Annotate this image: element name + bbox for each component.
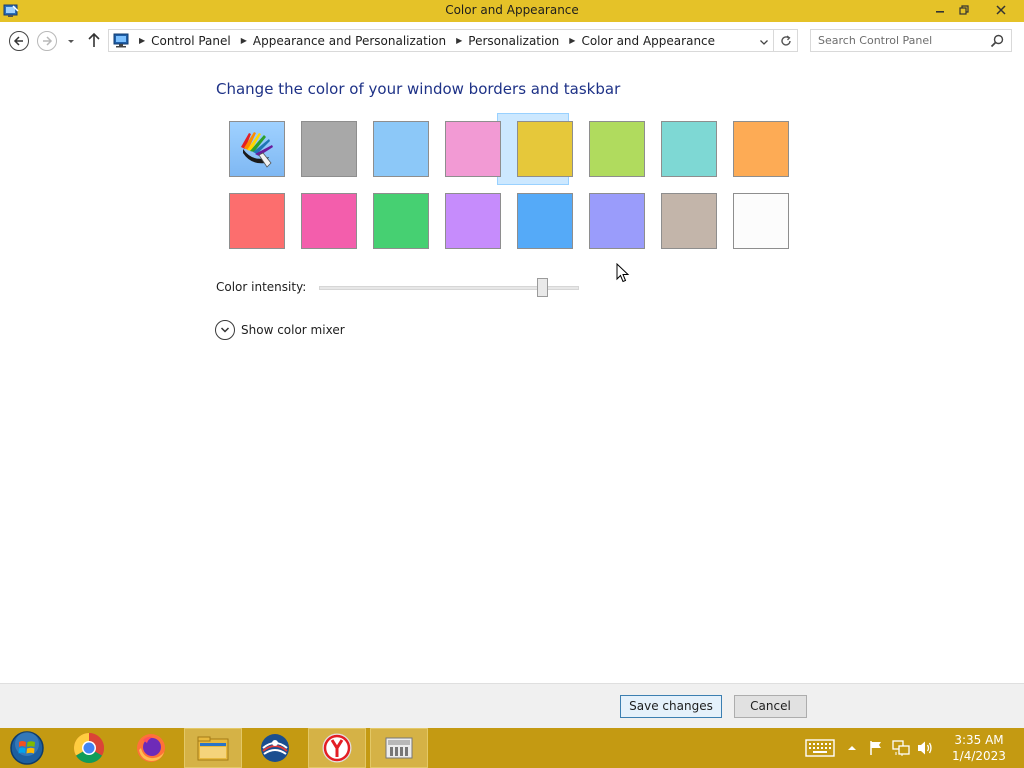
refresh-button[interactable] <box>774 29 798 52</box>
chevron-down-icon <box>215 320 235 340</box>
minimize-button[interactable] <box>928 0 952 20</box>
breadcrumb-personalization[interactable]: Personalization <box>468 34 559 48</box>
flag-icon <box>870 741 881 755</box>
color-swatch-orange[interactable] <box>733 121 789 177</box>
touch-keyboard-button[interactable] <box>803 728 837 768</box>
chevron-down-icon <box>68 40 74 43</box>
color-swatch-blue[interactable] <box>517 193 573 249</box>
search-box[interactable] <box>810 29 1012 52</box>
taskbar-chrome[interactable] <box>64 728 114 768</box>
show-color-mixer-toggle[interactable]: Show color mixer <box>215 320 345 340</box>
mouse-cursor-icon <box>616 262 630 283</box>
address-history-dropdown[interactable] <box>759 36 769 46</box>
network-button[interactable] <box>890 728 912 768</box>
control-panel-icon <box>385 737 413 759</box>
taskbar-opera[interactable] <box>250 728 300 768</box>
keyboard-icon <box>805 739 835 757</box>
color-swatch-teal[interactable] <box>661 121 717 177</box>
folder-icon <box>197 736 229 761</box>
clock-date: 1/4/2023 <box>952 749 1006 763</box>
search-input[interactable] <box>811 30 986 51</box>
color-swatch-periwinkle[interactable] <box>589 193 645 249</box>
restore-button[interactable] <box>952 0 976 20</box>
taskbar-clock[interactable]: 3:35 AM 1/4/2023 <box>940 732 1018 764</box>
search-icon[interactable] <box>990 34 1004 51</box>
chrome-icon <box>73 733 105 764</box>
up-button[interactable] <box>87 32 103 48</box>
windows-start-orb-icon <box>10 731 44 765</box>
taskbar-firefox[interactable] <box>126 728 176 768</box>
color-intensity-label: Color intensity: <box>216 280 307 294</box>
color-palette-icon <box>241 132 273 168</box>
chevron-right-icon[interactable]: ▶ <box>569 36 575 45</box>
clock-time: 3:35 AM <box>954 733 1004 747</box>
color-swatch-pink[interactable] <box>445 121 501 177</box>
color-swatch-gray[interactable] <box>301 121 357 177</box>
close-button[interactable] <box>978 0 1024 20</box>
taskbar: 3:35 AM 1/4/2023 <box>0 728 1024 768</box>
computer-icon <box>113 33 131 49</box>
cancel-button[interactable]: Cancel <box>734 695 807 718</box>
color-swatch-green[interactable] <box>373 193 429 249</box>
arrow-left-icon <box>13 36 23 46</box>
page-title: Change the color of your window borders … <box>216 80 621 98</box>
start-button[interactable] <box>0 728 54 768</box>
color-swatch-taupe[interactable] <box>661 193 717 249</box>
arrow-up-icon <box>88 32 100 47</box>
refresh-icon <box>780 34 791 46</box>
color-swatch-white[interactable] <box>733 193 789 249</box>
arrow-right-icon <box>43 36 53 46</box>
yandex-browser-icon <box>322 733 352 763</box>
dialog-footer: Save changes Cancel <box>0 683 1024 728</box>
address-bar[interactable]: ▶ Control Panel ▶ Appearance and Persona… <box>108 29 774 52</box>
window-title: Color and Appearance <box>445 3 579 17</box>
volume-button[interactable] <box>914 728 936 768</box>
speaker-icon <box>918 741 932 755</box>
breadcrumb-appearance-and-personalization[interactable]: Appearance and Personalization <box>253 34 446 48</box>
firefox-icon <box>137 734 165 762</box>
color-swatch-magenta[interactable] <box>301 193 357 249</box>
show-hidden-icons-button[interactable] <box>844 728 860 768</box>
chevron-up-icon <box>848 746 856 750</box>
color-swatch-lime-green[interactable] <box>589 121 645 177</box>
breadcrumb-control-panel[interactable]: Control Panel <box>151 34 231 48</box>
recent-locations-button[interactable] <box>66 35 78 45</box>
chevron-right-icon[interactable]: ▶ <box>456 36 462 45</box>
chevron-right-icon: ▶ <box>139 36 146 45</box>
show-color-mixer-label: Show color mixer <box>241 323 345 337</box>
back-button[interactable] <box>9 31 29 51</box>
opera-icon <box>261 734 289 762</box>
navigation-bar: ▶ Control Panel ▶ Appearance and Persona… <box>0 22 1024 58</box>
breadcrumb-color-and-appearance[interactable]: Color and Appearance <box>581 34 715 48</box>
title-bar: Color and Appearance <box>0 0 1024 22</box>
color-intensity-slider-thumb[interactable] <box>536 278 548 297</box>
color-swatch-automatic-palette[interactable] <box>229 121 285 177</box>
forward-button[interactable] <box>37 31 57 51</box>
color-swatch-purple[interactable] <box>445 193 501 249</box>
color-swatch-yellow[interactable] <box>517 121 573 177</box>
chevron-down-icon <box>760 40 768 45</box>
taskbar-control-panel[interactable] <box>370 728 428 768</box>
taskbar-yandex[interactable] <box>308 728 366 768</box>
breadcrumb: ▶ Control Panel ▶ Appearance and Persona… <box>139 34 725 48</box>
network-icon <box>892 740 910 756</box>
action-center-button[interactable] <box>866 728 886 768</box>
color-swatch-red[interactable] <box>229 193 285 249</box>
chevron-right-icon[interactable]: ▶ <box>241 36 247 45</box>
color-swatch-sky-blue[interactable] <box>373 121 429 177</box>
save-changes-button[interactable]: Save changes <box>620 695 722 718</box>
taskbar-file-explorer[interactable] <box>184 728 242 768</box>
